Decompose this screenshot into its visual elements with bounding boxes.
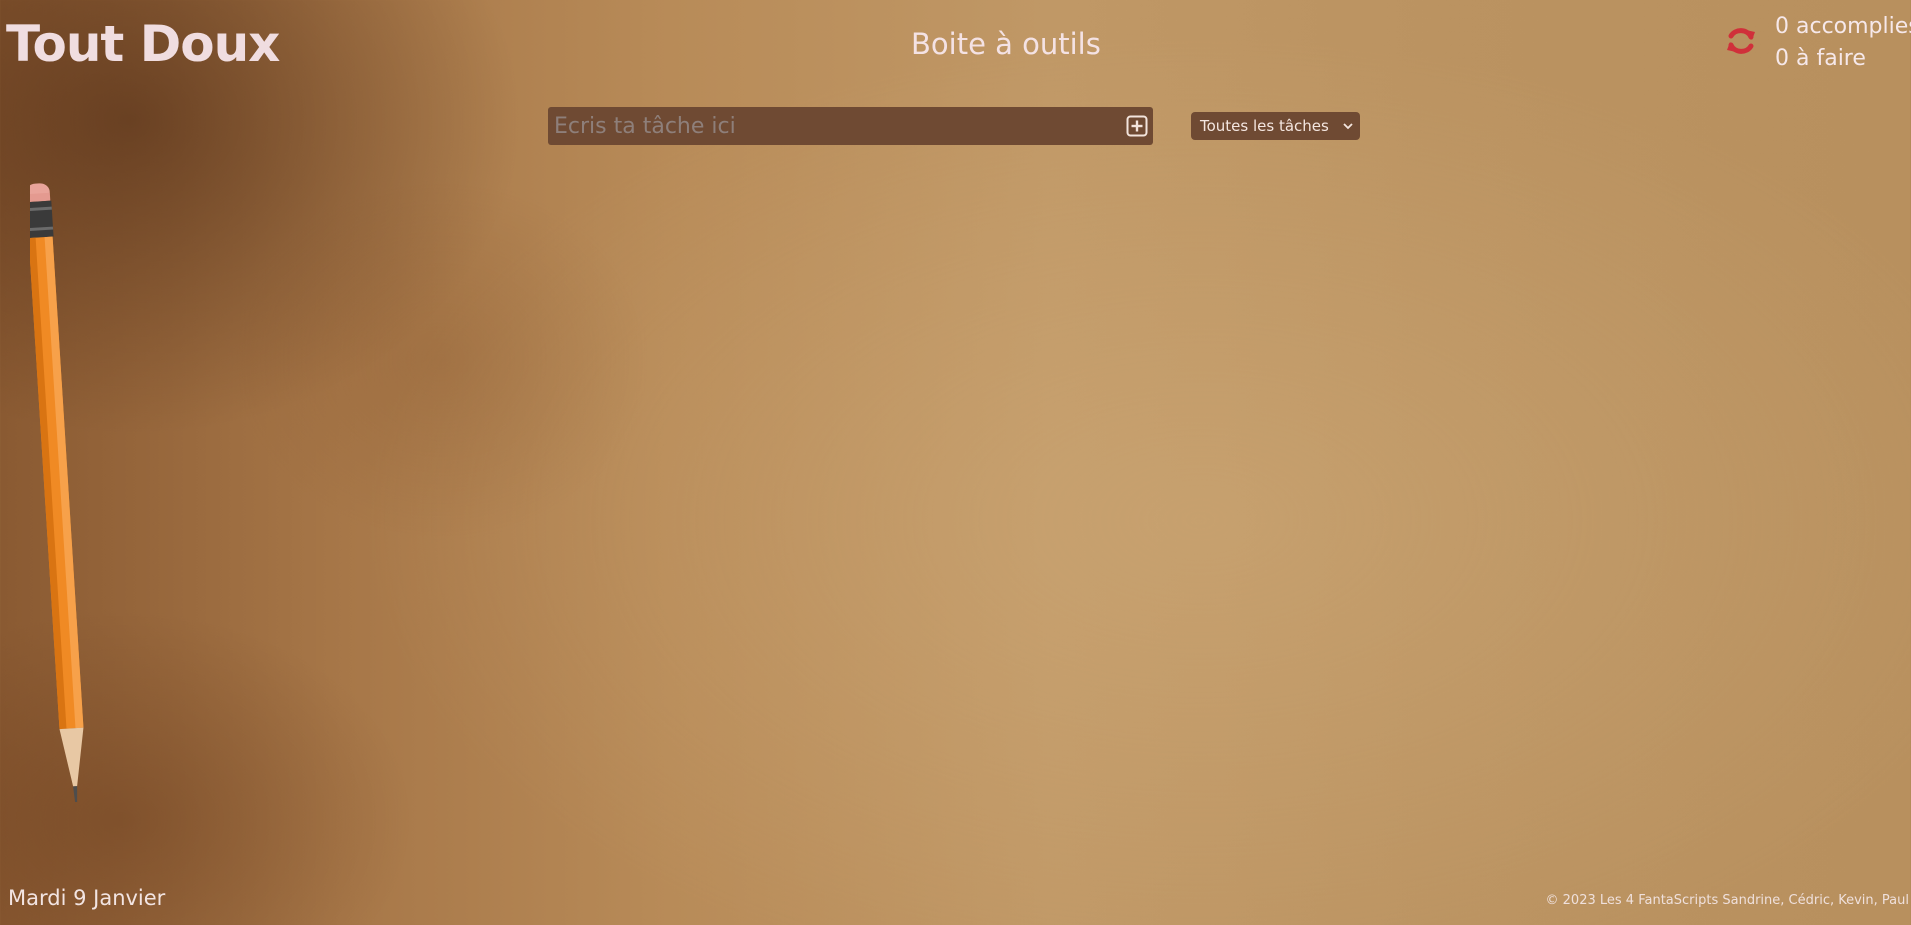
todo-count: 0 à faire	[1775, 46, 1866, 71]
toolbox-title: Boite à outils	[911, 27, 1101, 61]
filter-selected-label: Toutes les tâches	[1200, 117, 1329, 135]
task-counters: 0 accomplies 0 à faire	[1724, 10, 1911, 78]
add-task-button[interactable]	[1126, 115, 1148, 137]
task-input[interactable]	[548, 107, 1108, 145]
chevron-down-icon	[1343, 123, 1353, 130]
current-date: Mardi 9 Janvier	[8, 886, 166, 910]
task-form	[548, 107, 1153, 145]
task-filter-select[interactable]: Toutes les tâches	[1191, 112, 1360, 140]
plus-square-icon	[1126, 115, 1148, 137]
refresh-icon[interactable]	[1724, 24, 1758, 58]
footer-credit: © 2023 Les 4 FantaScripts Sandrine, Cédr…	[1545, 893, 1909, 908]
done-count: 0 accomplies	[1775, 14, 1911, 39]
app-title: Tout Doux	[6, 15, 280, 73]
pencil-icon	[30, 183, 84, 802]
